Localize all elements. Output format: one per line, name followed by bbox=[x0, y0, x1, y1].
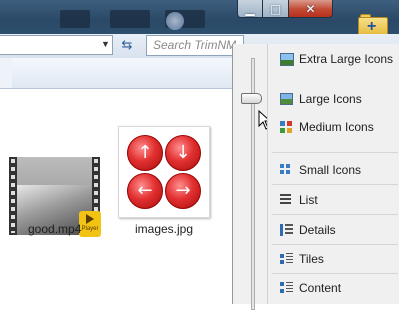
menu-item-label: Tiles bbox=[299, 252, 324, 266]
menu-item-details[interactable]: Details bbox=[268, 219, 399, 241]
maximize-button[interactable]: □ bbox=[263, 0, 289, 18]
image-thumbnail-icon[interactable]: ↑ ↓ ← → bbox=[118, 126, 210, 218]
window-caption-buttons: ▁ □ ✕ bbox=[237, 0, 333, 18]
menu-item-medium-icons[interactable]: Medium Icons bbox=[268, 116, 399, 138]
list-icon bbox=[280, 194, 291, 206]
film-strip bbox=[11, 159, 15, 233]
menu-item-label: Details bbox=[299, 223, 336, 237]
file-name[interactable]: good.mp4 bbox=[28, 222, 81, 236]
address-dropdown-icon[interactable]: ▼ bbox=[101, 39, 110, 49]
details-icon bbox=[280, 224, 293, 236]
menu-separator bbox=[272, 273, 398, 274]
large-icons-icon bbox=[280, 93, 293, 105]
address-field[interactable] bbox=[0, 35, 113, 55]
small-icons-icon bbox=[280, 164, 293, 176]
maximize-icon: □ bbox=[269, 1, 282, 16]
menu-item-label: Small Icons bbox=[299, 163, 362, 177]
view-size-slider bbox=[232, 44, 267, 310]
minimize-button[interactable]: ▁ bbox=[237, 0, 263, 18]
menu-item-tiles[interactable]: Tiles bbox=[268, 248, 399, 270]
content-icon bbox=[280, 282, 293, 294]
slider-thumb[interactable] bbox=[241, 93, 262, 104]
menu-item-large-icons[interactable]: Large Icons bbox=[268, 88, 399, 110]
arrow-left-icon: ← bbox=[127, 173, 163, 209]
menu-item-label: Content bbox=[299, 281, 342, 295]
window-titlebar: ▁ □ ✕ + bbox=[0, 0, 399, 37]
menu-item-extra-large-icons[interactable]: Extra Large Icons bbox=[268, 48, 399, 70]
menu-item-list[interactable]: List bbox=[268, 189, 399, 211]
menu-separator bbox=[272, 184, 398, 185]
arrow-down-icon: ↓ bbox=[165, 135, 201, 171]
close-icon: ✕ bbox=[305, 1, 316, 16]
arrow-right-icon: → bbox=[165, 173, 201, 209]
file-list-area[interactable]: Player good.mp4 ↑ ↓ ← → images.jpg bbox=[0, 89, 232, 304]
menu-item-label: Extra Large Icons bbox=[299, 52, 394, 66]
menu-separator bbox=[272, 152, 398, 153]
menu-item-content[interactable]: Content bbox=[268, 277, 399, 299]
refresh-icon: ⇆ bbox=[121, 37, 133, 52]
menu-separator bbox=[272, 244, 398, 245]
minimize-icon: ▁ bbox=[245, 1, 255, 16]
player-badge: Player bbox=[79, 211, 101, 237]
menu-item-label: Medium Icons bbox=[299, 120, 374, 134]
taskbar-shadow bbox=[110, 10, 150, 28]
app-glow bbox=[166, 12, 184, 30]
refresh-button[interactable]: ⇆ bbox=[118, 37, 136, 53]
taskbar-shadow bbox=[60, 10, 90, 28]
medium-icons-icon bbox=[280, 121, 293, 133]
extra-large-icons-icon bbox=[280, 52, 294, 66]
toolbar-edge bbox=[0, 58, 12, 88]
file-name[interactable]: images.jpg bbox=[135, 222, 193, 236]
menu-item-label: Large Icons bbox=[299, 92, 362, 106]
menu-item-label: List bbox=[299, 193, 318, 207]
view-menu: Extra Large Icons Large Icons Medium Ico… bbox=[267, 44, 399, 304]
tiles-icon bbox=[280, 253, 293, 265]
arrow-up-icon: ↑ bbox=[127, 135, 163, 171]
search-input[interactable]: Search TrimNM bbox=[146, 35, 244, 56]
menu-separator bbox=[272, 214, 398, 215]
menu-item-small-icons[interactable]: Small Icons bbox=[268, 159, 399, 181]
close-button[interactable]: ✕ bbox=[289, 0, 333, 18]
